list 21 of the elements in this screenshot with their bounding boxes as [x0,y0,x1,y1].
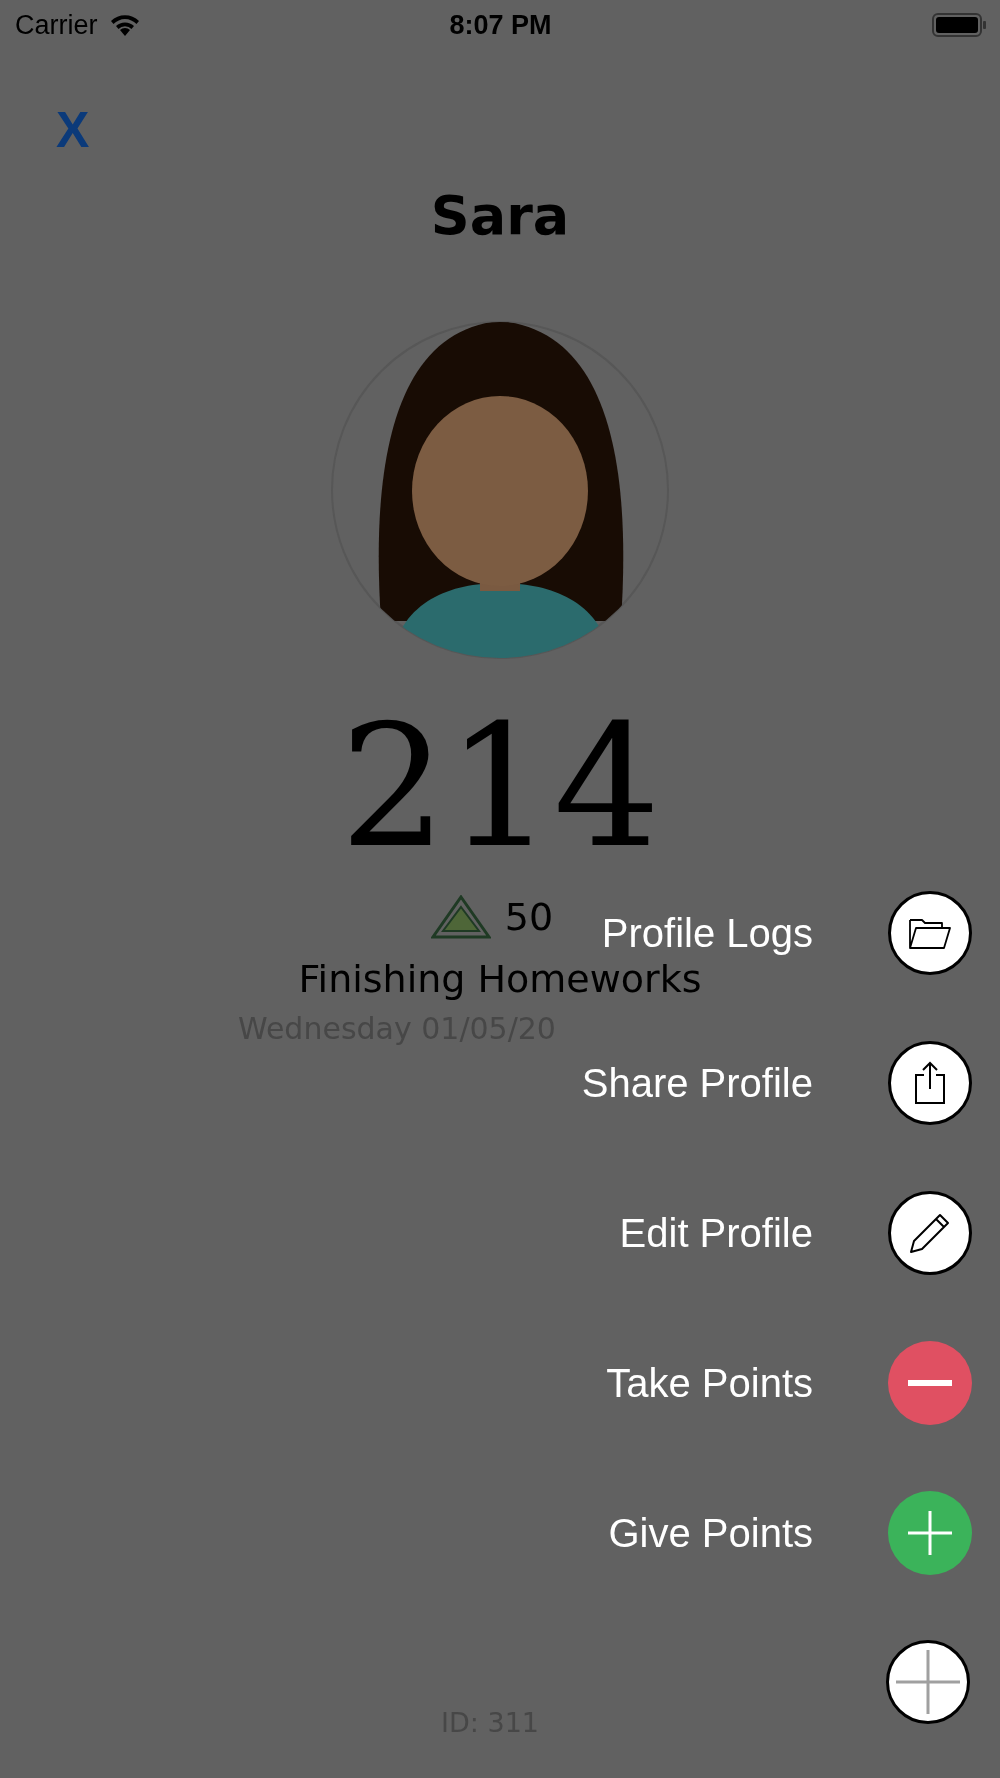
close-button[interactable]: X [56,102,90,158]
wifi-icon [109,14,140,36]
folder-icon [908,916,952,950]
menu-label: Profile Logs [601,910,813,956]
carrier-label: Carrier [15,9,98,41]
menu-label: Edit Profile [619,1210,813,1256]
level-points: 50 [504,894,554,939]
minus-icon [908,1380,952,1386]
plus-icon [896,1650,960,1714]
pencil-icon [908,1211,952,1255]
profile-name: Sara [430,184,570,249]
triangle-icon [430,894,491,939]
menu-label: Give Points [608,1510,813,1556]
battery-icon [932,13,986,37]
time-label: 8:07 PM [449,9,552,41]
plus-icon [908,1511,952,1555]
task-title: Finishing Homeworks [298,956,702,1001]
menu-label: Share Profile [581,1060,813,1106]
share-icon [913,1061,947,1105]
menu-label: Take Points [606,1360,813,1406]
points-total: 214 [339,696,661,877]
